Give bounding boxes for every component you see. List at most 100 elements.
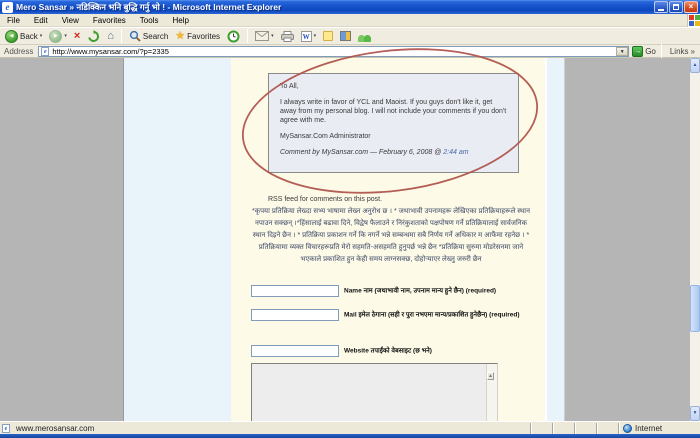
minimize-button[interactable] — [654, 1, 668, 13]
forward-icon: ▶ — [49, 30, 62, 43]
forward-dropdown-icon[interactable]: ▾ — [64, 34, 67, 39]
research-button[interactable] — [338, 28, 353, 44]
forward-button[interactable]: ▶ ▾ — [47, 28, 69, 44]
mail-label: Mail इमेल ठेगाना (सही र पुरा नभएमा मान्य… — [344, 312, 520, 319]
rss-feed-link[interactable]: RSS feed for comments on this post. — [268, 196, 382, 203]
restore-icon — [673, 4, 679, 10]
refresh-icon — [87, 30, 100, 43]
address-url[interactable]: http://www.mysansar.com/?p=2335 — [52, 47, 616, 56]
go-label: Go — [645, 47, 656, 56]
menu-help[interactable]: Help — [165, 14, 195, 27]
textarea-scrollbar[interactable]: ▲ — [486, 364, 497, 421]
mail-dropdown-icon[interactable]: ▾ — [271, 34, 274, 39]
menu-tools[interactable]: Tools — [133, 14, 166, 27]
page-left-column — [123, 58, 231, 421]
edit-dropdown-icon[interactable]: ▾ — [314, 34, 317, 39]
comment-box: To All, I always write in favor of YCL a… — [268, 73, 519, 173]
address-bar: Address e http://www.mysansar.com/?p=233… — [0, 45, 700, 58]
scroll-down-button[interactable]: ▼ — [690, 406, 700, 421]
address-input[interactable]: e http://www.mysansar.com/?p=2335 ▼ — [38, 46, 629, 57]
menu-edit[interactable]: Edit — [27, 14, 55, 27]
scroll-up-button[interactable]: ▲ — [690, 58, 700, 73]
status-text: www.merosansar.com — [16, 424, 94, 433]
search-button[interactable]: Search — [127, 28, 170, 44]
window-title: Mero Sansar » नडिक्किन भनि बुद्धि गर्नु … — [16, 2, 654, 13]
comment-greeting: To All, — [280, 82, 507, 91]
favorites-button[interactable]: ★ Favorites — [173, 28, 222, 44]
status-pane — [552, 423, 574, 434]
home-button[interactable]: ⌂ — [105, 28, 116, 44]
comment-policy-text: *कृपया प्रतिक्रिया लेख्दा सभ्य भाषामा ले… — [250, 206, 532, 266]
menu-bar: File Edit View Favorites Tools Help — [0, 14, 700, 27]
window-scrollbar[interactable]: ▲ ▼ — [690, 58, 700, 421]
window-bottom-border — [0, 434, 700, 438]
favorites-icon: ★ — [175, 31, 185, 42]
minimize-icon — [658, 9, 664, 11]
mail-field-row: Mail इमेल ठेगाना (सही र पुरा नभएमा मान्य… — [251, 309, 547, 321]
discuss-button[interactable] — [321, 28, 335, 44]
messenger-button[interactable] — [356, 28, 373, 44]
messenger-icon — [358, 31, 371, 42]
search-icon — [129, 30, 141, 42]
mail-icon — [255, 31, 269, 41]
name-label: Name नाम (जथाभावी नाम, उपनाम मान्य हुने … — [344, 288, 496, 295]
back-icon: ◀ — [5, 30, 18, 43]
mail-button[interactable]: ▾ — [253, 28, 276, 44]
comment-textarea[interactable]: ▲ — [251, 363, 498, 421]
history-button[interactable] — [225, 28, 242, 44]
close-button[interactable]: × — [684, 1, 698, 13]
comment-body: I always write in favor of YCL and Maois… — [280, 98, 507, 125]
title-bar: e Mero Sansar » नडिक्किन भनि बुद्धि गर्न… — [0, 0, 700, 14]
edit-word-icon: W — [301, 31, 312, 42]
comment-meta-text: Comment by MySansar.com — February 6, 20… — [280, 149, 441, 156]
status-page-icon: e — [2, 424, 10, 433]
history-icon — [227, 30, 240, 43]
back-label: Back — [20, 32, 38, 41]
go-arrow-icon: → — [632, 46, 643, 57]
page-right-column — [547, 58, 565, 421]
address-label: Address — [2, 47, 35, 56]
stop-icon: × — [74, 31, 80, 42]
edit-button[interactable]: W ▾ — [299, 28, 319, 44]
ie-logo-icon: e — [2, 2, 13, 13]
menu-view[interactable]: View — [55, 14, 86, 27]
scrollbar-thumb[interactable] — [690, 285, 700, 332]
menu-favorites[interactable]: Favorites — [86, 14, 133, 27]
page-viewport: To All, I always write in favor of YCL a… — [0, 58, 700, 421]
zone-label: Internet — [635, 424, 662, 433]
status-pane — [574, 423, 596, 434]
name-input[interactable] — [251, 285, 339, 297]
comment-signature: MySansar.Com Administrator — [280, 132, 507, 141]
address-dropdown-icon[interactable]: ▼ — [616, 47, 628, 56]
website-label: Website तपाईंको वेबसाइट (छ भने) — [344, 348, 432, 355]
security-zone-pane: Internet — [618, 423, 698, 434]
research-icon — [340, 31, 351, 41]
back-dropdown-icon[interactable]: ▾ — [40, 34, 43, 39]
status-pane — [530, 423, 552, 434]
go-button[interactable]: → Go — [632, 46, 656, 57]
restore-button[interactable] — [669, 1, 683, 13]
links-button[interactable]: Links » — [667, 47, 698, 56]
refresh-button[interactable] — [85, 28, 102, 44]
name-field-row: Name नाम (जथाभावी नाम, उपनाम मान्य हुने … — [251, 285, 547, 297]
mail-input[interactable] — [251, 309, 339, 321]
back-button[interactable]: ◀ Back ▾ — [3, 28, 44, 44]
globe-icon — [623, 424, 632, 433]
ie-page-icon: e — [41, 47, 49, 56]
stop-button[interactable]: × — [72, 28, 82, 44]
toolbar-separator — [247, 29, 248, 43]
comment-meta: Comment by MySansar.com — February 6, 20… — [280, 148, 507, 157]
standard-toolbar: ◀ Back ▾ ▶ ▾ × ⌂ Search — [0, 27, 700, 45]
search-label: Search — [143, 32, 168, 41]
menu-file[interactable]: File — [0, 14, 27, 27]
textarea-scroll-up-icon[interactable]: ▲ — [487, 372, 494, 380]
comment-time-link[interactable]: 2:44 am — [443, 149, 468, 156]
addressbar-separator — [661, 44, 662, 58]
links-chevron-icon: » — [691, 47, 695, 56]
print-button[interactable] — [279, 28, 296, 44]
website-input[interactable] — [251, 345, 339, 357]
status-bar: e www.merosansar.com Internet — [0, 421, 700, 434]
toolbar-separator — [121, 29, 122, 43]
status-pane — [596, 423, 618, 434]
website-field-row: Website तपाईंको वेबसाइट (छ भने) — [251, 345, 547, 357]
